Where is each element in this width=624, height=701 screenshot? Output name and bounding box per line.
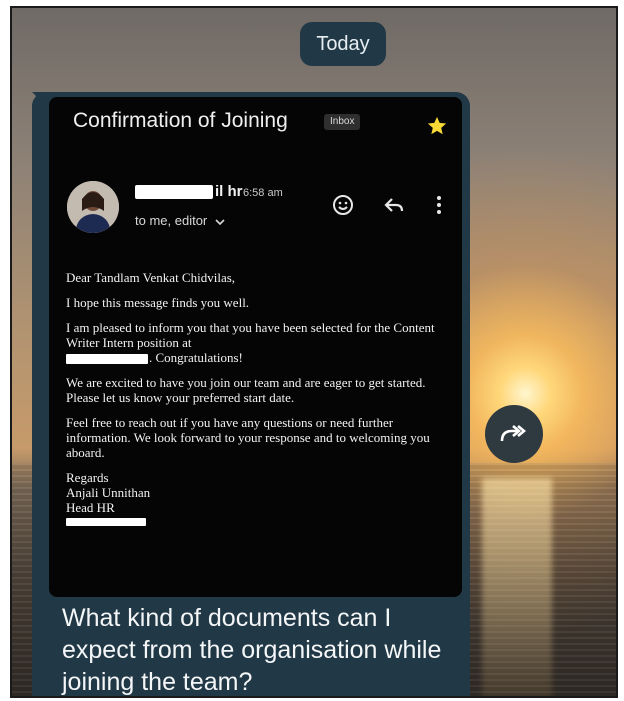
email-paragraph: I hope this message finds you well. — [66, 295, 250, 310]
sun-reflection — [482, 478, 552, 696]
more-vert-icon[interactable] — [427, 193, 451, 217]
recipients-line[interactable]: to me, editor — [135, 213, 226, 228]
email-time: 6:58 am — [243, 187, 283, 199]
recipients-text: to me, editor — [135, 213, 208, 228]
email-subject: Confirmation of Joining — [73, 109, 288, 132]
chat-screenshot-frame: Today Confirmation of Joining Inbox il h… — [10, 6, 618, 698]
avatar — [67, 181, 119, 233]
email-paragraph: I am pleased to inform you that you have… — [66, 320, 451, 365]
company-name-redaction — [66, 354, 148, 365]
email-body: Dear Tandlam Venkat Chidvilas, I hope th… — [66, 270, 451, 526]
sender-name: il hr — [215, 183, 243, 200]
star-icon[interactable] — [426, 115, 448, 137]
chevron-down-icon — [215, 218, 225, 225]
email-paragraph: We are excited to have you join our team… — [66, 375, 426, 405]
email-paragraph: Feel free to reach out if you have any q… — [66, 415, 430, 460]
reply-icon[interactable] — [382, 193, 406, 217]
email-greeting: Dear Tandlam Venkat Chidvilas, — [66, 270, 236, 285]
email-paragraph-text: I am pleased to inform you that you have… — [66, 320, 435, 350]
sender-name-redaction — [135, 185, 213, 199]
inbox-label: Inbox — [324, 114, 361, 130]
email-signoff: Regards — [66, 470, 109, 485]
forward-button[interactable] — [485, 405, 543, 463]
email-paragraph-text: . Congratulations! — [149, 350, 243, 365]
date-chip-label: Today — [316, 32, 370, 55]
forward-icon — [500, 425, 527, 442]
emoji-icon[interactable] — [331, 193, 355, 217]
signature-redaction — [66, 518, 146, 526]
signature-name: Anjali Unnithan — [66, 485, 151, 500]
date-chip: Today — [300, 22, 386, 66]
signature-role: Head HR — [66, 500, 115, 515]
email-signature: Regards Anjali Unnithan Head HR — [66, 470, 451, 526]
message-caption: What kind of documents can I expect from… — [62, 604, 442, 696]
email-screenshot[interactable]: Confirmation of Joining Inbox il hr 6:58… — [49, 97, 462, 597]
